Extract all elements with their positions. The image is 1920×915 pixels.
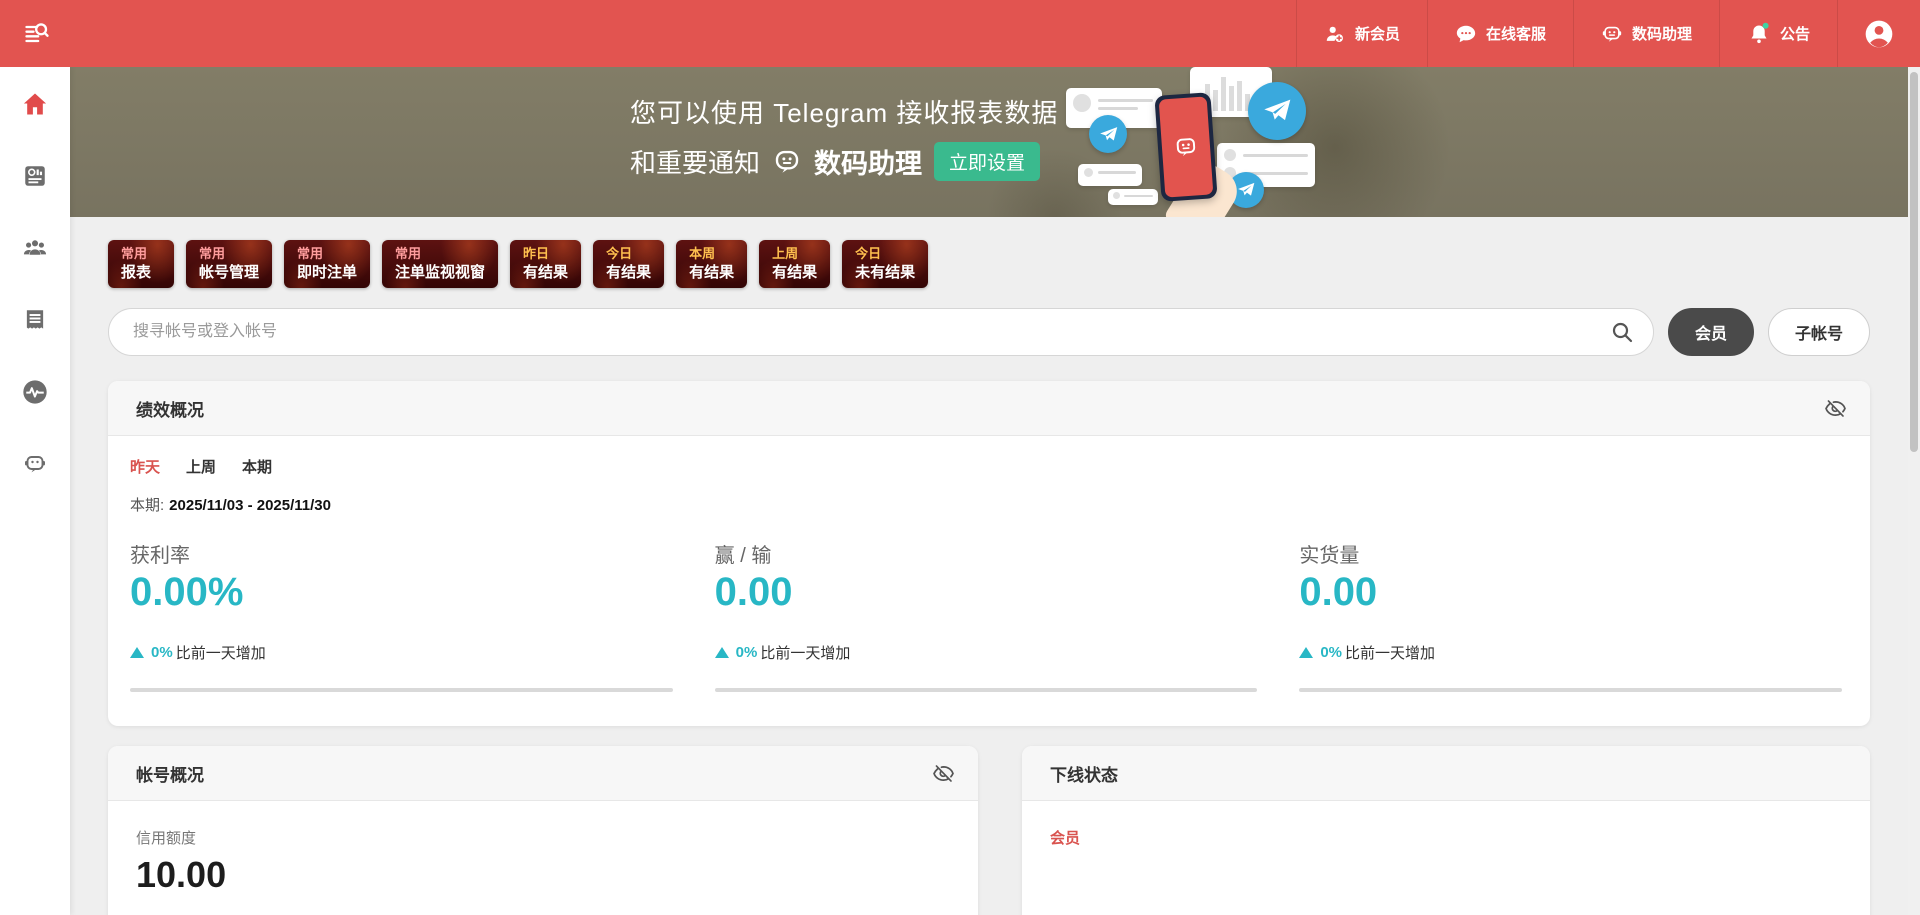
up-arrow-icon [715, 647, 729, 658]
metric-progress-bar [1299, 688, 1842, 692]
topbar-item-label: 公告 [1780, 23, 1810, 44]
topbar-item-live-support[interactable]: 在线客服 [1427, 0, 1573, 67]
quick-button-account-mgmt[interactable]: 常用 帐号管理 [186, 240, 272, 288]
banner-line1: 您可以使用 Telegram 接收报表数据 [630, 93, 1058, 130]
quick-button-bet-monitor[interactable]: 常用 注单监视视窗 [382, 240, 498, 288]
topbar-item-label: 在线客服 [1486, 23, 1546, 44]
period-label: 本期: [130, 497, 164, 514]
assistant-bubble-icon [772, 147, 802, 177]
performance-overview-card: 绩效概况 昨天 上周 本期 本期: 2025/11/03 - 2025/11/30 [108, 381, 1870, 726]
telegram-banner: 您可以使用 Telegram 接收报表数据 和重要通知 数码助理 立即设置 [70, 67, 1908, 217]
menu-search-toggle[interactable] [0, 0, 74, 67]
account-card-title: 帐号概况 [136, 761, 204, 786]
telegram-icon [1089, 115, 1127, 153]
tab-last-week[interactable]: 上周 [186, 456, 216, 477]
metric-profit-rate: 获利率 0.00% 0% 比前一天增加 [130, 539, 673, 692]
quick-button-live-bets[interactable]: 常用 即时注单 [284, 240, 370, 288]
list-document-icon [22, 307, 48, 333]
performance-card-title: 绩效概况 [136, 396, 204, 421]
metrics-grid: 获利率 0.00% 0% 比前一天增加 赢 / 输 0.00 [130, 539, 1842, 692]
users-group-icon [21, 234, 49, 262]
content: 常用 报表 常用 帐号管理 常用 即时注单 常用 注单监视视窗 昨日 有结果 今… [70, 240, 1908, 915]
topbar-item-digital-assistant[interactable]: 数码助理 [1573, 0, 1719, 67]
robot-icon [23, 452, 47, 476]
metric-progress-bar [130, 688, 673, 692]
home-icon [21, 90, 49, 118]
banner-line2-prefix: 和重要通知 [630, 143, 760, 180]
quick-button-today-results[interactable]: 今日 有结果 [593, 240, 664, 288]
account-overview-card: 帐号概况 信用额度 10.00 [108, 746, 978, 915]
quick-button-today-noresults[interactable]: 今日 未有结果 [842, 240, 928, 288]
topbar-nav: 新会员 在线客服 数码助理 [1296, 0, 1920, 67]
phone-illustration [1154, 92, 1217, 202]
bottom-cards-row: 帐号概况 信用额度 10.00 下线状态 [108, 746, 1870, 915]
main-area: 您可以使用 Telegram 接收报表数据 和重要通知 数码助理 立即设置 [70, 67, 1908, 915]
hand-illustration [1163, 157, 1245, 217]
quick-buttons-row: 常用 报表 常用 帐号管理 常用 即时注单 常用 注单监视视窗 昨日 有结果 今… [108, 240, 1870, 288]
credit-limit-label: 信用额度 [136, 827, 950, 848]
sidebar-item-home[interactable] [20, 89, 50, 119]
quick-button-thisweek-results[interactable]: 本周 有结果 [676, 240, 747, 288]
tab-current-period[interactable]: 本期 [242, 456, 272, 477]
subaccount-filter-button[interactable]: 子帐号 [1768, 308, 1870, 356]
topbar-item-label: 新会员 [1355, 23, 1400, 44]
banner-text: 您可以使用 Telegram 接收报表数据 和重要通知 数码助理 立即设置 [630, 93, 1058, 181]
setup-now-button[interactable]: 立即设置 [934, 142, 1040, 181]
sidebar-item-accounts[interactable] [20, 233, 50, 263]
chat-card [1217, 143, 1315, 187]
eye-off-icon[interactable] [933, 763, 954, 784]
notification-card [1108, 189, 1158, 205]
downline-member-tab[interactable]: 会员 [1050, 830, 1080, 847]
person-add-icon [1324, 23, 1346, 45]
avatar-icon [1863, 18, 1895, 50]
telegram-icon [1228, 172, 1264, 208]
topbar: 新会员 在线客服 数码助理 [0, 0, 1920, 67]
quick-button-lastweek-results[interactable]: 上周 有结果 [759, 240, 830, 288]
scrollbar-thumb[interactable] [1910, 72, 1918, 452]
quick-button-yesterday-results[interactable]: 昨日 有结果 [510, 240, 581, 288]
robot-screen-icon [1172, 133, 1200, 161]
sidebar-item-reports[interactable] [20, 161, 50, 191]
period-row: 本期: 2025/11/03 - 2025/11/30 [130, 494, 1842, 515]
up-arrow-icon [130, 647, 144, 658]
page-scrollbar [1908, 67, 1920, 915]
tab-yesterday[interactable]: 昨天 [130, 456, 160, 477]
quick-button-reports[interactable]: 常用 报表 [108, 240, 174, 288]
assistant-name: 数码助理 [814, 142, 922, 181]
sidebar-item-assistant[interactable] [20, 449, 50, 479]
metric-progress-bar [715, 688, 1258, 692]
sidebar-item-activity[interactable] [20, 377, 50, 407]
up-arrow-icon [1299, 647, 1313, 658]
downline-card-title: 下线状态 [1050, 761, 1118, 786]
member-filter-button[interactable]: 会员 [1668, 308, 1754, 356]
metric-win-loss: 赢 / 输 0.00 0% 比前一天增加 [715, 539, 1258, 692]
sidebar-item-statements[interactable] [20, 305, 50, 335]
search-input[interactable] [108, 308, 1654, 356]
hamburger-search-icon [22, 20, 52, 48]
topbar-profile[interactable] [1837, 0, 1920, 67]
pulse-icon [21, 378, 49, 406]
performance-tabs: 昨天 上周 本期 [130, 456, 1842, 477]
chat-bubble-icon [1455, 23, 1477, 45]
chart-card [1190, 67, 1272, 117]
period-value: 2025/11/03 - 2025/11/30 [169, 497, 331, 514]
eye-off-icon[interactable] [1825, 398, 1846, 419]
telegram-icon [1248, 82, 1306, 140]
robot-assistant-icon [1601, 23, 1623, 45]
topbar-item-label: 数码助理 [1632, 23, 1692, 44]
report-icon [22, 163, 48, 189]
search-icon[interactable] [1610, 320, 1634, 344]
topbar-item-new-member[interactable]: 新会员 [1296, 0, 1427, 67]
metric-turnover: 实货量 0.00 0% 比前一天增加 [1299, 539, 1842, 692]
credit-limit-value: 10.00 [136, 854, 950, 896]
topbar-item-announcements[interactable]: 公告 [1719, 0, 1837, 67]
sidebar [0, 67, 70, 915]
downline-status-card: 下线状态 会员 [1022, 746, 1870, 915]
bell-icon [1747, 22, 1771, 46]
hand-illustration [1157, 153, 1190, 197]
chat-card [1066, 88, 1162, 128]
search-row: 会员 子帐号 [108, 308, 1870, 356]
notification-card [1078, 164, 1142, 186]
